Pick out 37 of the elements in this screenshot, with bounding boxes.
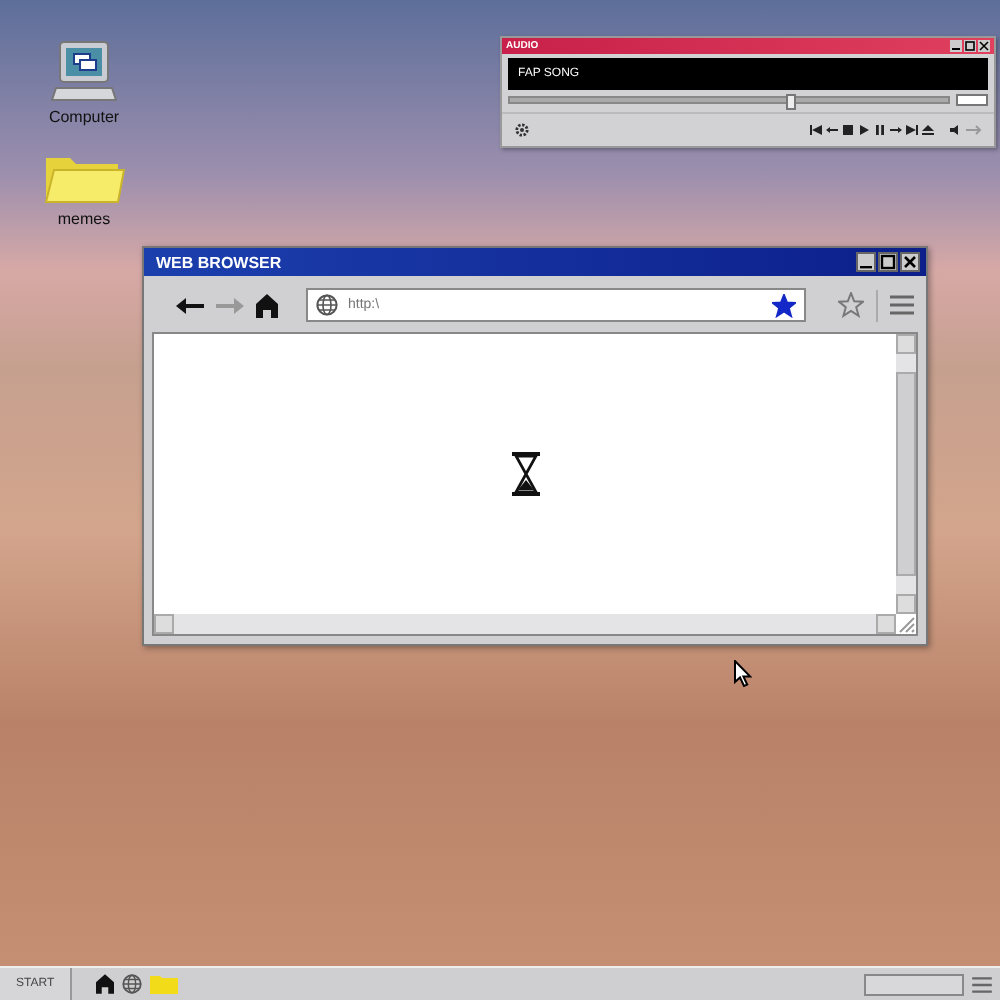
settings-icon[interactable] <box>514 122 530 138</box>
minimize-icon[interactable] <box>950 40 962 52</box>
computer-icon[interactable] <box>50 40 118 104</box>
vertical-scrollbar[interactable] <box>896 334 916 614</box>
star-outline-icon[interactable] <box>838 292 864 318</box>
menu-icon[interactable] <box>890 294 914 316</box>
desktop-icon-label[interactable]: memes <box>57 210 111 228</box>
maximize-icon[interactable] <box>878 252 898 272</box>
fast-forward-icon[interactable] <box>890 124 902 136</box>
close-icon[interactable] <box>900 252 920 272</box>
home-icon[interactable] <box>96 974 115 994</box>
desktop-icon-label[interactable]: Computer <box>48 108 120 126</box>
stop-icon[interactable] <box>842 124 854 136</box>
maximize-icon[interactable] <box>964 40 976 52</box>
close-icon[interactable] <box>978 40 990 52</box>
volume-icon[interactable] <box>950 124 962 136</box>
rewind-icon[interactable] <box>826 124 838 136</box>
time-display <box>956 94 988 106</box>
tray-field <box>864 973 964 995</box>
seek-slider[interactable] <box>508 96 950 104</box>
minimize-icon[interactable] <box>856 252 876 272</box>
horizontal-scrollbar[interactable] <box>154 614 896 634</box>
back-arrow-icon[interactable] <box>176 295 204 315</box>
resize-grip-icon[interactable] <box>896 614 916 634</box>
seek-thumb[interactable] <box>785 94 796 110</box>
eject-icon[interactable] <box>922 124 934 136</box>
globe-icon[interactable] <box>122 974 143 994</box>
globe-icon <box>316 294 338 316</box>
menu-icon[interactable] <box>972 975 992 993</box>
skip-forward-icon[interactable] <box>906 124 918 136</box>
pause-icon[interactable] <box>874 124 886 136</box>
bookmark-star-icon[interactable] <box>772 293 796 317</box>
window-title: WEB BROWSER <box>156 253 282 271</box>
skip-back-icon[interactable] <box>810 124 822 136</box>
home-icon[interactable] <box>256 293 278 317</box>
play-icon[interactable] <box>858 124 870 136</box>
mouse-pointer-icon <box>734 660 752 688</box>
